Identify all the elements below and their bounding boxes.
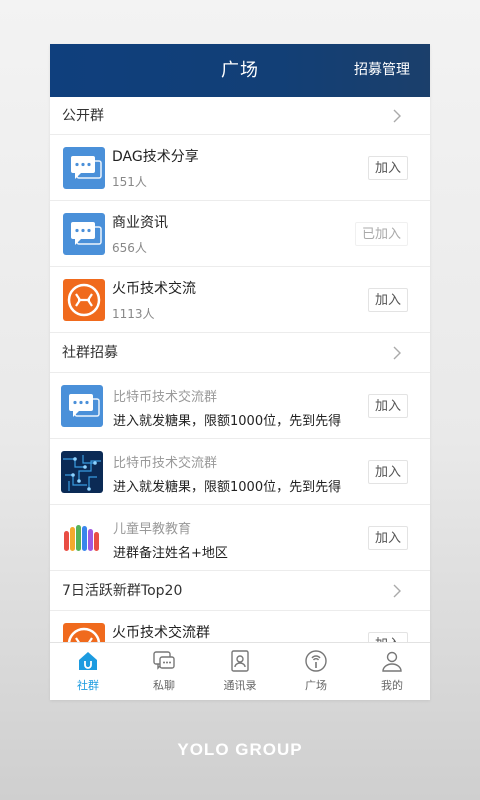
- member-count: 1113人: [112, 307, 155, 321]
- group-name: 火币技术交流群: [112, 625, 210, 641]
- tab-private-chat[interactable]: 私聊: [126, 643, 202, 700]
- join-button[interactable]: 加入: [367, 394, 408, 418]
- joined-button[interactable]: 已加入: [354, 222, 408, 246]
- section-title: 公开群: [62, 108, 104, 124]
- list-item[interactable]: 商业资讯 656人 已加入: [50, 201, 430, 267]
- member-count: 151人: [112, 175, 147, 189]
- join-button[interactable]: 加入: [367, 460, 408, 484]
- chat-bubble-icon: [63, 147, 105, 189]
- brand-footer: YOLO GROUP: [177, 740, 303, 759]
- top-bar: 广场 招募管理: [50, 44, 430, 97]
- tab-label: 我的: [381, 679, 403, 692]
- member-count: 656人: [112, 241, 147, 255]
- chat-bubble-icon: [63, 213, 105, 255]
- group-name: 比特币技术交流群: [113, 390, 218, 405]
- recruit-item[interactable]: 儿童早教教育 进群备注姓名+地区 加入: [50, 505, 430, 571]
- tab-label: 社群: [77, 679, 99, 692]
- content-scroll[interactable]: 公开群 DAG技术分享 151人 加入 商业资讯 656人 已加入 火币技术交流…: [50, 97, 430, 642]
- recruit-management-button[interactable]: 招募管理: [354, 44, 410, 97]
- join-button[interactable]: 加入: [367, 156, 408, 180]
- group-name: 商业资讯: [112, 215, 168, 231]
- tab-profile[interactable]: 我的: [354, 643, 430, 700]
- group-name: DAG技术分享: [112, 149, 199, 165]
- tab-label: 私聊: [153, 679, 175, 692]
- tab-plaza[interactable]: 广场: [278, 643, 354, 700]
- phone-screen: 广场 招募管理 公开群 DAG技术分享 151人 加入 商业资讯 656人 已加…: [50, 44, 430, 700]
- recruit-description: 进群备注姓名+地区: [113, 546, 228, 561]
- join-button[interactable]: 加入: [367, 288, 408, 312]
- section-title: 7日活跃新群Top20: [62, 583, 183, 599]
- chat-bubble-icon: [61, 385, 103, 427]
- recruit-description: 进入就发糖果，限额1000位，先到先得: [113, 414, 342, 429]
- section-title: 社群招募: [62, 345, 118, 361]
- huobi-logo-icon: [63, 623, 105, 642]
- painted-hands-icon: [61, 517, 103, 559]
- group-name: 火币技术交流: [112, 281, 196, 297]
- tab-contacts[interactable]: 通讯录: [202, 643, 278, 700]
- tab-label: 通讯录: [223, 679, 257, 692]
- join-button[interactable]: 加入: [367, 526, 408, 550]
- recruit-item[interactable]: 比特币技术交流群 进入就发糖果，限额1000位，先到先得 加入: [50, 373, 430, 439]
- join-button[interactable]: 加入: [367, 632, 408, 642]
- recruit-item[interactable]: 比特币技术交流群 进入就发糖果，限额1000位，先到先得 加入: [50, 439, 430, 505]
- bottom-tab-bar: 社群 私聊 通讯录 广场 我的: [50, 642, 430, 700]
- community-home-icon: [79, 652, 97, 670]
- chat-icon: [153, 651, 175, 670]
- group-name: 儿童早教教育: [113, 522, 192, 537]
- recruit-description: 进入就发糖果，限额1000位，先到先得: [113, 480, 342, 495]
- chevron-right-icon: [393, 346, 401, 360]
- section-recruit[interactable]: 社群招募: [50, 333, 430, 373]
- list-item[interactable]: 火币技术交流群 加入: [50, 611, 430, 642]
- tab-community[interactable]: 社群: [50, 643, 126, 700]
- chevron-right-icon: [393, 584, 401, 598]
- list-item[interactable]: DAG技术分享 151人 加入: [50, 135, 430, 201]
- huobi-logo-icon: [63, 279, 105, 321]
- list-item[interactable]: 火币技术交流 1113人 加入: [50, 267, 430, 333]
- circuit-image-icon: [61, 451, 103, 493]
- section-active-top20[interactable]: 7日活跃新群Top20: [50, 571, 430, 611]
- contacts-icon: [231, 650, 249, 672]
- chevron-right-icon: [393, 109, 401, 123]
- section-public-groups[interactable]: 公开群: [50, 97, 430, 135]
- plaza-icon: [305, 650, 327, 672]
- profile-icon: [382, 651, 402, 672]
- group-name: 比特币技术交流群: [113, 456, 218, 471]
- tab-label: 广场: [305, 679, 327, 692]
